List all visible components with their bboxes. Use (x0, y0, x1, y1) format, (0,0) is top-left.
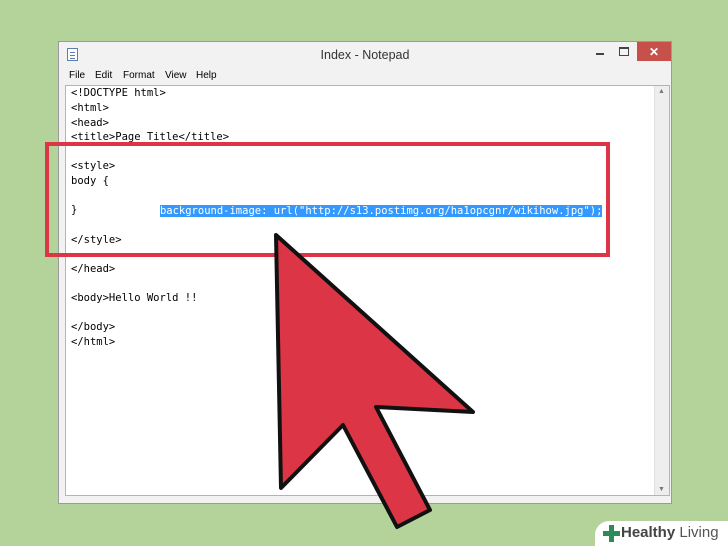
watermark-text: Healthy Living (621, 524, 719, 541)
plus-logo-icon (603, 525, 620, 542)
watermark: Healthy Living (595, 521, 728, 546)
arrow-cursor-icon (274, 233, 475, 529)
watermark-light: Living (675, 524, 719, 541)
watermark-bold: Healthy (621, 524, 676, 541)
